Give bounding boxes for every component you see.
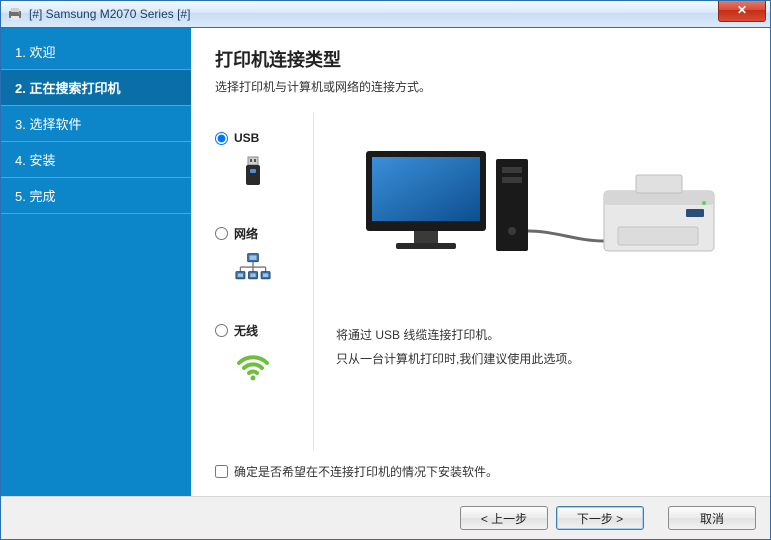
option-network-label: 网络 (234, 225, 258, 242)
sidebar-step-2: 2. 正在搜索打印机 (1, 70, 191, 106)
option-usb[interactable]: USB (215, 131, 313, 189)
next-button[interactable]: 下一步 > (556, 506, 644, 530)
sidebar: 1. 欢迎 2. 正在搜索打印机 3. 选择软件 4. 安装 5. 完成 (1, 28, 191, 496)
option-usb-label: USB (234, 131, 259, 145)
install-without-printer-label: 确定是否希望在不连接打印机的情况下安装软件。 (234, 463, 498, 480)
network-icon (235, 250, 271, 286)
install-without-printer-row: 确定是否希望在不连接打印机的情况下安装软件。 (215, 451, 746, 488)
wifi-icon (235, 347, 271, 383)
option-wireless[interactable]: 无线 (215, 322, 313, 383)
option-network[interactable]: 网络 (215, 225, 313, 286)
usb-stick-icon (235, 153, 271, 189)
sidebar-step-5: 5. 完成 (1, 178, 191, 214)
app-icon (7, 6, 23, 22)
cancel-button[interactable]: 取消 (668, 506, 756, 530)
install-without-printer-checkbox[interactable] (215, 465, 228, 478)
content-row: USB 网络 (215, 113, 746, 451)
sidebar-step-1: 1. 欢迎 (1, 34, 191, 70)
page-subtitle: 选择打印机与计算机或网络的连接方式。 (215, 78, 746, 95)
footer: < 上一步 下一步 > 取消 (1, 496, 770, 539)
radio-wireless[interactable] (215, 324, 228, 337)
radio-usb[interactable] (215, 132, 228, 145)
window-body: 1. 欢迎 2. 正在搜索打印机 3. 选择软件 4. 安装 5. 完成 打印机… (1, 28, 770, 496)
sidebar-step-3: 3. 选择软件 (1, 106, 191, 142)
sidebar-step-4: 4. 安装 (1, 142, 191, 178)
main-panel: 打印机连接类型 选择打印机与计算机或网络的连接方式。 USB (191, 28, 770, 496)
connection-illustration (336, 131, 736, 291)
connection-options: USB 网络 (215, 113, 313, 451)
description-line-1: 将通过 USB 线缆连接打印机。 (336, 323, 736, 347)
description: 将通过 USB 线缆连接打印机。 只从一台计算机打印时,我们建议使用此选项。 (336, 323, 736, 371)
description-line-2: 只从一台计算机打印时,我们建议使用此选项。 (336, 347, 736, 371)
titlebar: [#] Samsung M2070 Series [#] ✕ (1, 1, 770, 28)
close-button[interactable]: ✕ (718, 1, 766, 22)
back-button[interactable]: < 上一步 (460, 506, 548, 530)
illustration-panel: 将通过 USB 线缆连接打印机。 只从一台计算机打印时,我们建议使用此选项。 (313, 113, 746, 451)
page-heading: 打印机连接类型 (215, 46, 746, 72)
radio-network[interactable] (215, 227, 228, 240)
option-wireless-label: 无线 (234, 322, 258, 339)
installer-window: [#] Samsung M2070 Series [#] ✕ 1. 欢迎 2. … (0, 0, 771, 540)
window-title: [#] Samsung M2070 Series [#] (29, 7, 190, 21)
